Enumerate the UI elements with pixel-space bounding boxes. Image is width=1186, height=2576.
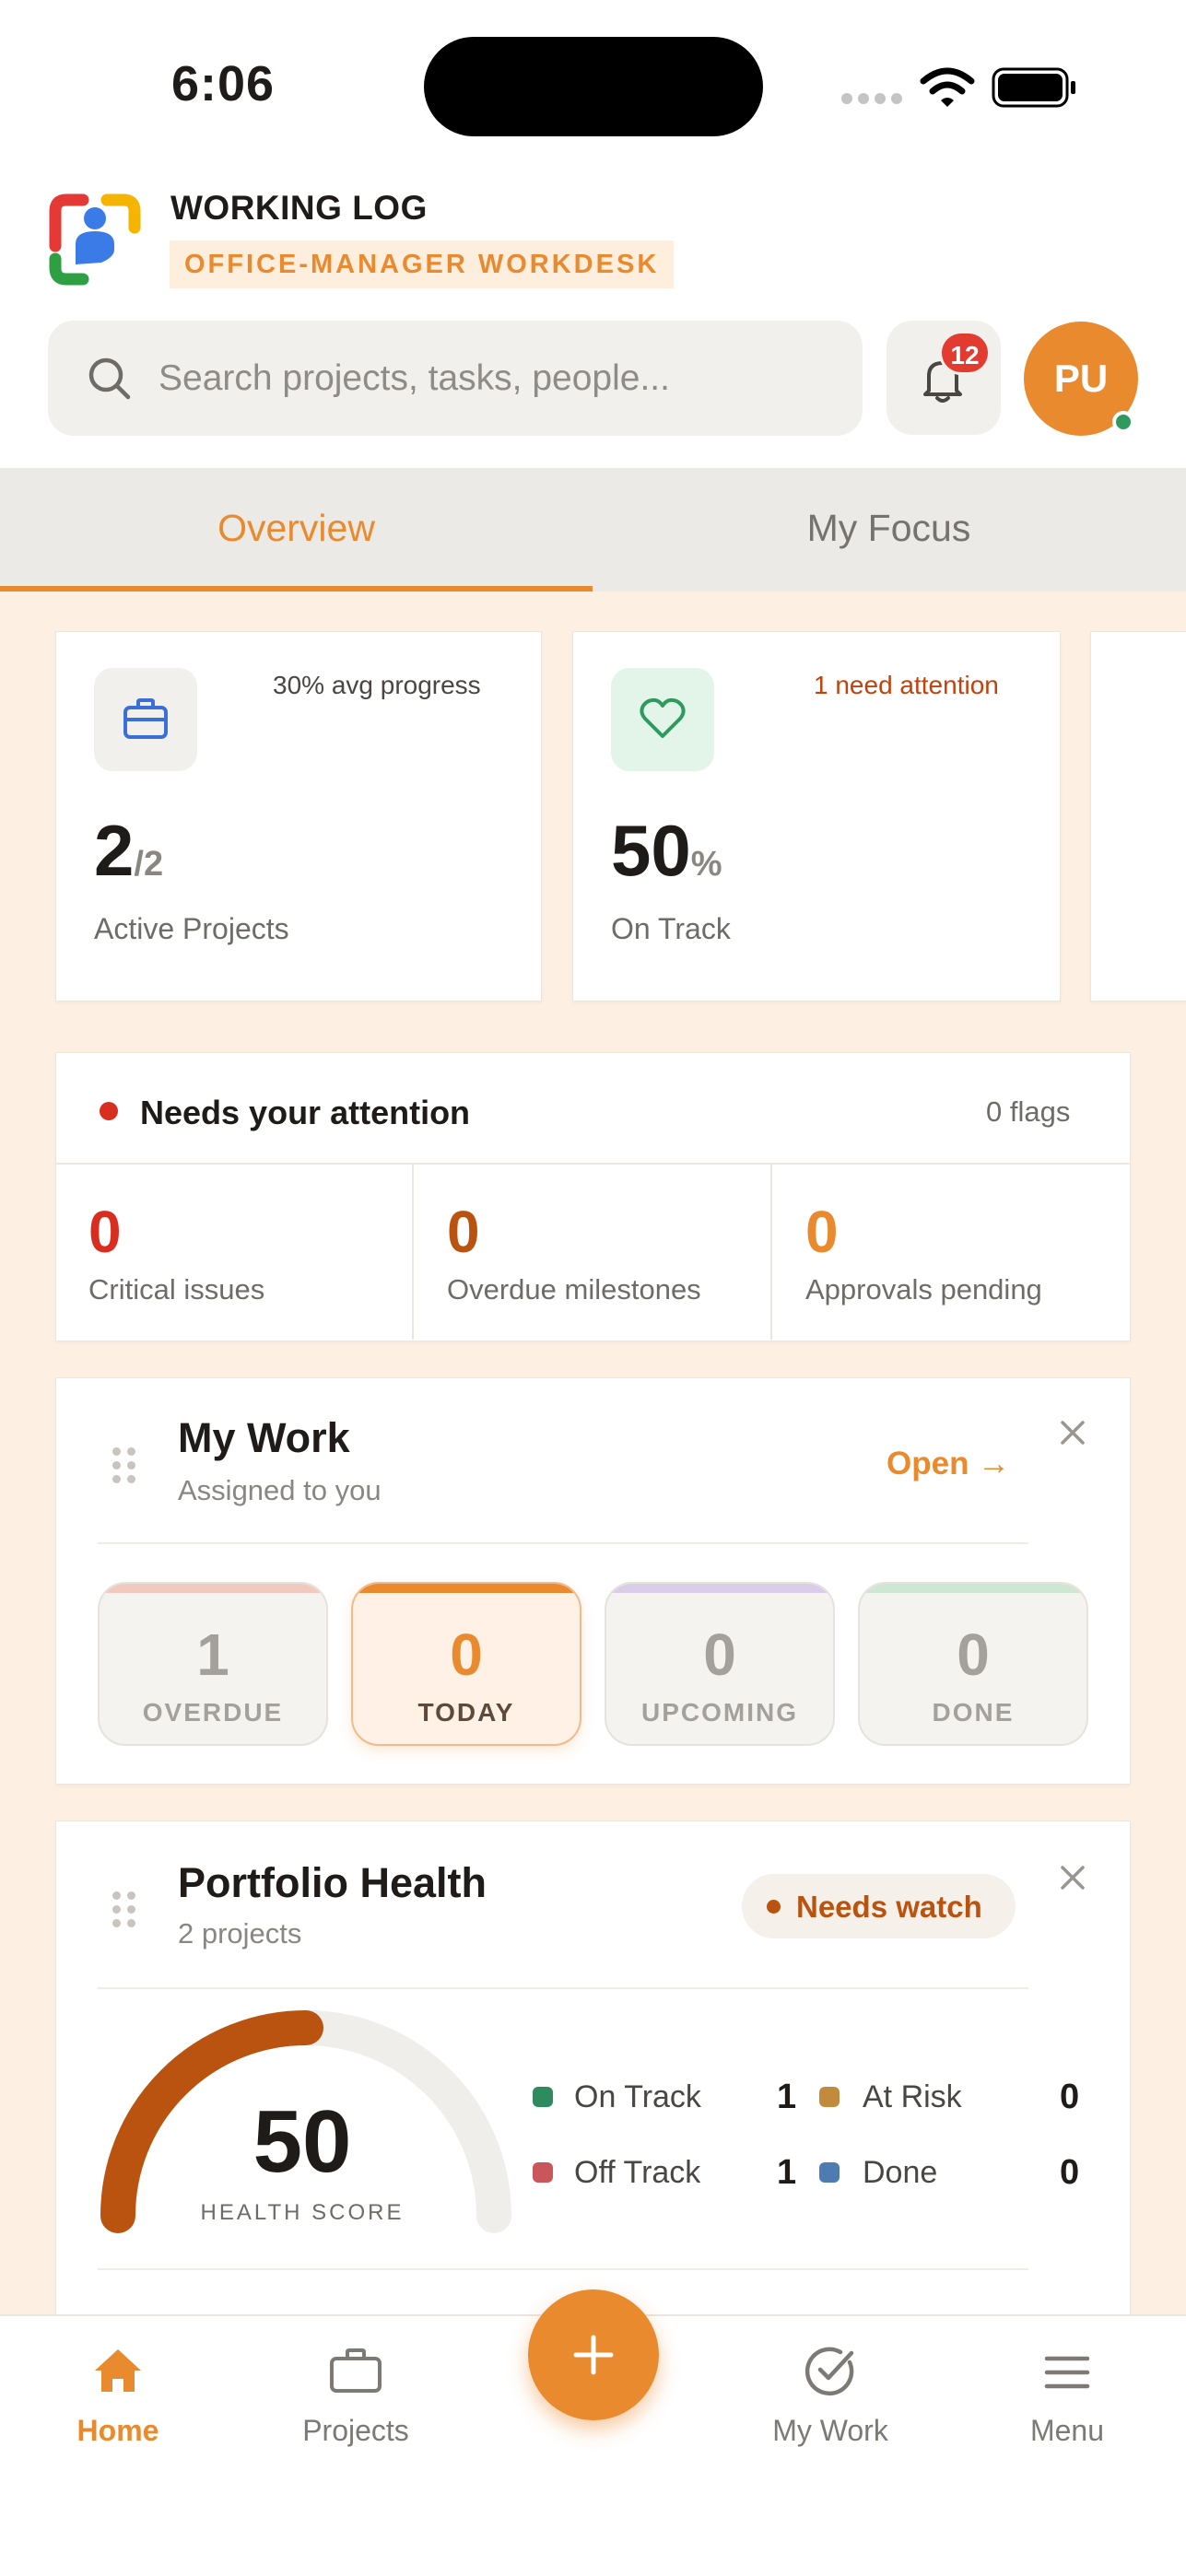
- cellular-signal-icon: [841, 93, 902, 104]
- attention-title: Needs your attention: [140, 1094, 471, 1131]
- legend-value-done: 0: [1060, 2153, 1080, 2192]
- pill-accent-bar: [606, 1584, 833, 1593]
- pill-accent-bar: [353, 1584, 580, 1593]
- work-pill-today[interactable]: 0 TODAY: [351, 1582, 581, 1746]
- battery-icon: [992, 67, 1075, 108]
- stat-label: Active Projects: [94, 912, 289, 945]
- overdue-milestones-count[interactable]: 0: [447, 1198, 480, 1266]
- legend-dot-on-track: [533, 2087, 553, 2107]
- my-work-title: My Work: [178, 1414, 350, 1461]
- open-my-work-link[interactable]: Open →: [887, 1446, 1010, 1482]
- legend-label-at-risk: At Risk: [863, 2079, 962, 2114]
- pill-count: 0: [703, 1622, 736, 1688]
- close-icon[interactable]: [1060, 1420, 1086, 1446]
- app-logo-icon: [49, 193, 141, 286]
- app-subtitle: OFFICE-MANAGER WORKDESK: [170, 240, 675, 288]
- work-pill-overdue[interactable]: 1 OVERDUE: [98, 1582, 328, 1746]
- nav-my-work[interactable]: My Work: [738, 2414, 922, 2448]
- tab-overview[interactable]: Overview: [0, 468, 593, 591]
- legend-dot-at-risk: [819, 2087, 840, 2107]
- status-time: 6:06: [171, 56, 276, 111]
- work-pill-upcoming[interactable]: 0 UPCOMING: [605, 1582, 835, 1746]
- notification-count-badge: 12: [939, 331, 991, 375]
- drag-handle-icon[interactable]: [112, 1891, 136, 1927]
- portfolio-status-text: Needs watch: [796, 1890, 982, 1924]
- nav-projects[interactable]: Projects: [264, 2414, 448, 2448]
- pill-label: UPCOMING: [641, 1698, 798, 1727]
- overdue-milestones-label: Overdue milestones: [447, 1273, 701, 1306]
- search-icon: [88, 357, 131, 400]
- pill-accent-bar: [860, 1584, 1086, 1593]
- stat-card-partial[interactable]: [1090, 631, 1186, 1001]
- legend-value-on-track: 1: [777, 2078, 797, 2116]
- legend-dot-done: [819, 2162, 840, 2183]
- nav-home[interactable]: Home: [26, 2414, 210, 2448]
- plus-icon: [573, 2335, 614, 2375]
- stat-progress-note: 30% avg progress: [273, 671, 481, 699]
- health-score-value: 50: [252, 2092, 352, 2191]
- app-screen: 6:06 WORKING LOG OFFICE-MANAGER WORKDESK…: [0, 0, 1186, 2576]
- nav-menu[interactable]: Menu: [975, 2414, 1159, 2448]
- menu-icon[interactable]: [1044, 2355, 1090, 2390]
- health-score-label: HEALTH SCORE: [200, 2200, 405, 2225]
- critical-issues-count[interactable]: 0: [88, 1198, 122, 1266]
- search-input[interactable]: Search projects, tasks, people...: [159, 358, 670, 399]
- work-pill-done[interactable]: 0 DONE: [858, 1582, 1088, 1746]
- dynamic-island: [424, 37, 763, 136]
- my-work-subtitle: Assigned to you: [178, 1474, 382, 1506]
- status-dot-icon: [767, 1900, 781, 1914]
- tab-my-focus[interactable]: My Focus: [593, 468, 1185, 591]
- close-icon[interactable]: [1060, 1865, 1086, 1891]
- legend-dot-off-track: [533, 2162, 553, 2183]
- legend-value-off-track: 1: [777, 2153, 797, 2192]
- briefcase-icon: [123, 698, 168, 739]
- divider: [56, 1163, 1130, 1165]
- drag-handle-icon[interactable]: [112, 1447, 136, 1483]
- divider: [770, 1165, 772, 1340]
- approvals-pending-label: Approvals pending: [805, 1273, 1042, 1306]
- divider: [98, 2268, 1028, 2270]
- home-icon[interactable]: [92, 2347, 144, 2395]
- stat-value: 2/2: [94, 810, 164, 891]
- portfolio-subtitle: 2 projects: [178, 1917, 302, 1950]
- pill-accent-bar: [100, 1584, 326, 1593]
- app-title: WORKING LOG: [170, 189, 428, 227]
- divider: [412, 1165, 414, 1340]
- legend-label-off-track: Off Track: [574, 2155, 701, 2190]
- divider: [98, 1987, 1028, 1989]
- wifi-icon: [920, 67, 975, 107]
- pill-label: OVERDUE: [142, 1698, 284, 1727]
- flags-count: 0 flags: [986, 1095, 1071, 1128]
- alert-dot-icon: [100, 1102, 118, 1120]
- pill-count: 0: [450, 1622, 483, 1688]
- online-status-dot: [1112, 411, 1134, 433]
- check-circle-icon[interactable]: [804, 2344, 857, 2397]
- pill-label: TODAY: [417, 1698, 515, 1727]
- heart-icon: [640, 697, 686, 738]
- projects-briefcase-icon[interactable]: [329, 2348, 382, 2394]
- critical-issues-label: Critical issues: [88, 1273, 265, 1306]
- pill-count: 1: [196, 1622, 229, 1688]
- portfolio-title: Portfolio Health: [178, 1859, 487, 1906]
- stat-value: 50%: [611, 810, 722, 891]
- stat-label: On Track: [611, 912, 731, 945]
- pill-label: DONE: [932, 1698, 1015, 1727]
- divider: [98, 1542, 1028, 1544]
- stat-attention-note: 1 need attention: [814, 671, 999, 699]
- approvals-pending-count[interactable]: 0: [805, 1198, 839, 1266]
- legend-label-on-track: On Track: [574, 2079, 701, 2114]
- pill-count: 0: [957, 1622, 990, 1688]
- legend-value-at-risk: 0: [1060, 2078, 1080, 2116]
- legend-label-done: Done: [863, 2155, 938, 2190]
